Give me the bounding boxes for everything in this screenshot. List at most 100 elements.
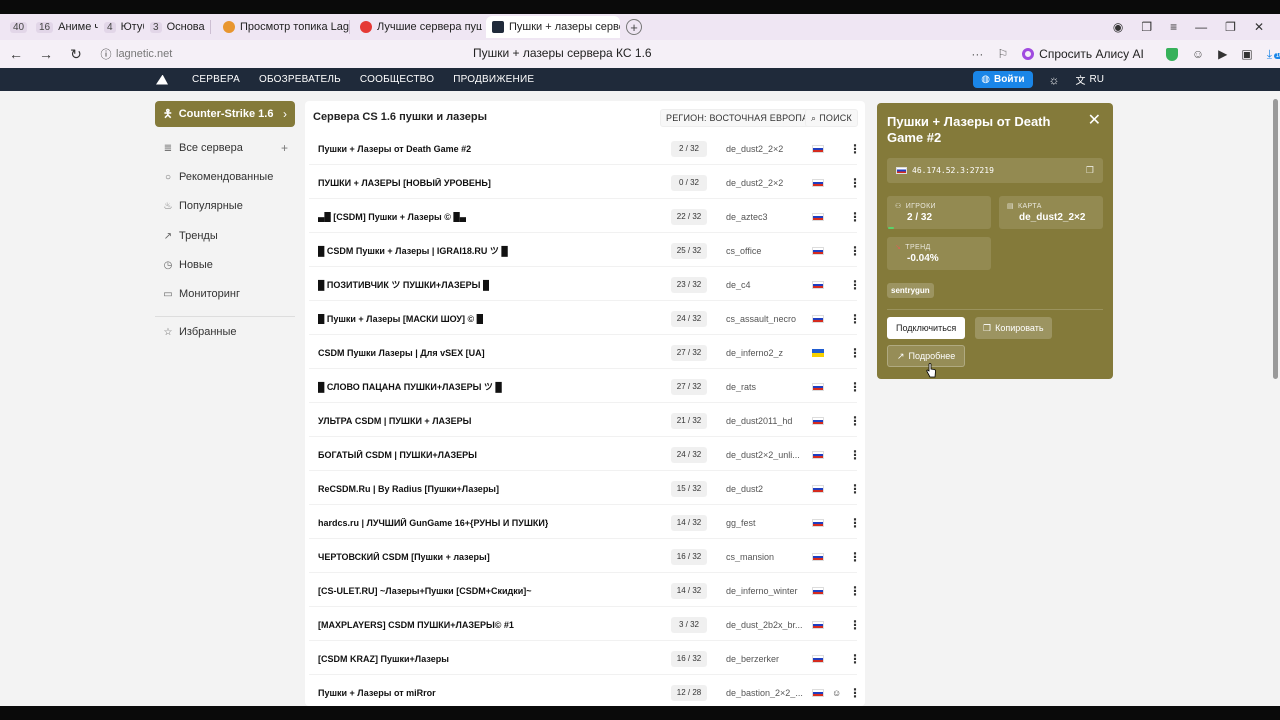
- server-row[interactable]: █ СЛОВО ПАЦАНА ПУШКИ+ЛАЗЕРЫ ツ █ 27 / 32 de…: [309, 371, 861, 403]
- shield-icon[interactable]: [1165, 47, 1178, 61]
- server-name[interactable]: ПУШКИ + ЛАЗЕРЫ [НОВЫЙ УРОВЕНЬ]: [318, 178, 491, 188]
- tab-group-40[interactable]: 40: [4, 16, 30, 38]
- search-button[interactable]: ⌕ ПОИСК: [805, 109, 858, 127]
- server-row[interactable]: БОГАТЫЙ CSDM | ПУШКИ+ЛАЗЕРЫ 24 / 32 de_dus…: [309, 439, 861, 471]
- server-row[interactable]: █ Пушки + Лазеры [МАСКИ ШОУ] © █ 24 / 32 c…: [309, 303, 861, 335]
- back-arrow-icon[interactable]: ←: [8, 46, 24, 62]
- menu-icon[interactable]: ≡: [1170, 20, 1177, 34]
- minimize-icon[interactable]: —: [1195, 20, 1207, 34]
- sidebar-item-trends[interactable]: ↗ Тренды: [163, 230, 288, 242]
- collections-icon[interactable]: ▣: [1241, 47, 1252, 61]
- forward-arrow-icon[interactable]: →: [38, 46, 54, 62]
- more-dots-icon[interactable]: ···: [971, 47, 983, 61]
- server-row[interactable]: ▄█ [CSDM] Пушки + Лазеры © █▄ 22 / 32 de_a…: [309, 201, 861, 233]
- server-name[interactable]: ReCSDM.Ru | By Radius [Пушки+Лазеры]: [318, 484, 499, 494]
- server-row[interactable]: ПУШКИ + ЛАЗЕРЫ [НОВЫЙ УРОВЕНЬ] 0 / 32 de_d…: [309, 167, 861, 199]
- server-row[interactable]: ReCSDM.Ru | By Radius [Пушки+Лазеры] 15 /…: [309, 473, 861, 505]
- copy-button[interactable]: ❐ Копировать: [975, 317, 1052, 339]
- plus-icon[interactable]: +: [281, 141, 288, 155]
- kebab-menu-icon[interactable]: ⋮: [849, 177, 861, 189]
- site-info-icon[interactable]: ⓘ: [98, 46, 114, 62]
- sidebar-item-all-servers[interactable]: ≣ Все сервера +: [163, 141, 288, 155]
- nav-browser[interactable]: ОБОЗРЕВАТЕЛЬ: [259, 74, 341, 85]
- sidebar-item-monitoring[interactable]: ▭ Мониторинг: [163, 288, 288, 300]
- kebab-menu-icon[interactable]: ⋮: [849, 279, 861, 291]
- server-name[interactable]: [MAXPLAYERS] CSDM ПУШКИ+ЛАЗЕРЫ© #1: [318, 620, 514, 630]
- tab-osnova[interactable]: 3 Основа ⌄: [144, 16, 210, 38]
- close-icon[interactable]: ✕: [1088, 113, 1101, 129]
- kebab-menu-icon[interactable]: ⋮: [849, 313, 861, 325]
- kebab-menu-icon[interactable]: ⋮: [849, 517, 861, 529]
- server-row[interactable]: hardcs.ru | ЛУЧШИЙ GunGame 16+{РУНЫ И ПУ…: [309, 507, 861, 539]
- server-name[interactable]: ЧЕРТОВСКИЙ CSDM [Пушки + лазеры]: [318, 552, 490, 562]
- url-field[interactable]: lagnetic.net: [116, 48, 172, 60]
- kebab-menu-icon[interactable]: ⋮: [849, 619, 861, 631]
- sidebar-item-recommended[interactable]: ○ Рекомендованные: [163, 171, 288, 183]
- kebab-menu-icon[interactable]: ⋮: [849, 381, 861, 393]
- extension-icon[interactable]: ☺: [1192, 47, 1204, 61]
- kebab-menu-icon[interactable]: ⋮: [849, 347, 861, 359]
- sidebar-item-popular[interactable]: ♨ Популярные: [163, 200, 288, 212]
- page-scrollbar[interactable]: [1270, 91, 1280, 706]
- tab-lagnet-topic[interactable]: Просмотр топика Lagnet: [217, 16, 349, 38]
- region-filter-button[interactable]: РЕГИОН: ВОСТОЧНАЯ ЕВРОПА: [660, 109, 815, 127]
- kebab-menu-icon[interactable]: ⋮: [849, 653, 861, 665]
- bookmark-icon[interactable]: ⚐: [997, 47, 1008, 61]
- restore-icon[interactable]: ❐: [1225, 20, 1236, 34]
- server-name[interactable]: CSDM Пушки Лазеры | Для vSEX [UA]: [318, 348, 485, 358]
- server-row[interactable]: Пушки + Лазеры от Death Game #2 2 / 32 de_…: [309, 133, 861, 165]
- server-row[interactable]: [CS-ULET.RU] ~Лазеры+Пушки [CSDM+Скидки]…: [309, 575, 861, 607]
- game-selector-button[interactable]: 🯅 Counter-Strike 1.6 ›: [155, 101, 295, 127]
- server-row[interactable]: Пушки + Лазеры от miRror 12 / 28 de_bastio…: [309, 677, 861, 709]
- server-ip-box[interactable]: 46.174.52.3:27219 ❐: [887, 158, 1103, 183]
- server-name[interactable]: [CS-ULET.RU] ~Лазеры+Пушки [CSDM+Скидки]…: [318, 586, 532, 596]
- login-button[interactable]: ◍ Войти: [973, 71, 1033, 88]
- server-name[interactable]: █ CSDM Пушки + Лазеры | IGRAI18.RU ツ █: [318, 244, 508, 257]
- nav-community[interactable]: СООБЩЕСТВО: [360, 74, 434, 85]
- sidebar-item-favorites[interactable]: ☆ Избранные: [163, 326, 288, 338]
- close-window-icon[interactable]: ✕: [1254, 20, 1264, 34]
- nav-servers[interactable]: СЕРВЕРА: [192, 74, 240, 85]
- server-row[interactable]: [CSDM KRAZ] Пушки+Лазеры 16 / 32 de_berzer…: [309, 643, 861, 675]
- server-name[interactable]: █ СЛОВО ПАЦАНА ПУШКИ+ЛАЗЕРЫ ツ █: [318, 380, 502, 393]
- site-logo-icon[interactable]: [156, 74, 168, 85]
- kebab-menu-icon[interactable]: ⋮: [849, 245, 861, 257]
- avatar-icon[interactable]: ◉: [1113, 20, 1123, 34]
- server-name[interactable]: БОГАТЫЙ CSDM | ПУШКИ+ЛАЗЕРЫ: [318, 450, 477, 460]
- server-tag[interactable]: sentrygun: [887, 283, 934, 298]
- connect-button[interactable]: Подключиться: [887, 317, 966, 339]
- tab-youtube[interactable]: 4 Ютуб: [98, 16, 144, 38]
- nav-promotion[interactable]: ПРОДВИЖЕНИЕ: [453, 74, 534, 85]
- kebab-menu-icon[interactable]: ⋮: [849, 483, 861, 495]
- server-name[interactable]: ▄█ [CSDM] Пушки + Лазеры © █▄: [318, 212, 466, 222]
- kebab-menu-icon[interactable]: ⋮: [849, 415, 861, 427]
- ask-alice-button[interactable]: Спросить Алису AI: [1022, 47, 1144, 61]
- server-name[interactable]: Пушки + Лазеры от Death Game #2: [318, 144, 471, 154]
- language-switch[interactable]: 文 RU: [1076, 72, 1104, 87]
- server-row[interactable]: [MAXPLAYERS] CSDM ПУШКИ+ЛАЗЕРЫ© #1 3 / 32…: [309, 609, 861, 641]
- kebab-menu-icon[interactable]: ⋮: [849, 211, 861, 223]
- theme-sun-icon[interactable]: ☼: [1049, 73, 1060, 87]
- new-tab-button[interactable]: +: [626, 19, 642, 35]
- server-name[interactable]: УЛЬТРА CSDM | ПУШКИ + ЛАЗЕРЫ: [318, 416, 471, 426]
- kebab-menu-icon[interactable]: ⋮: [849, 585, 861, 597]
- kebab-menu-icon[interactable]: ⋮: [849, 143, 861, 155]
- server-row[interactable]: ЧЕРТОВСКИЙ CSDM [Пушки + лазеры] 16 / 32 c…: [309, 541, 861, 573]
- play-icon[interactable]: ▶: [1218, 47, 1227, 61]
- tab-active-lasers[interactable]: Пушки + лазеры серве ✕: [486, 16, 620, 38]
- server-row[interactable]: CSDM Пушки Лазеры | Для vSEX [UA] 27 / 32…: [309, 337, 861, 369]
- kebab-menu-icon[interactable]: ⋮: [849, 551, 861, 563]
- reload-icon[interactable]: ↻: [68, 46, 84, 63]
- server-name[interactable]: [CSDM KRAZ] Пушки+Лазеры: [318, 654, 449, 664]
- kebab-menu-icon[interactable]: ⋮: [849, 687, 861, 699]
- server-name[interactable]: Пушки + Лазеры от miRror: [318, 688, 436, 698]
- server-name[interactable]: █ Пушки + Лазеры [МАСКИ ШОУ] © █: [318, 314, 483, 324]
- server-row[interactable]: УЛЬТРА CSDM | ПУШКИ + ЛАЗЕРЫ 21 / 32 de_du…: [309, 405, 861, 437]
- sidebar-item-new[interactable]: ◷ Новые: [163, 259, 288, 271]
- server-name[interactable]: █ ПОЗИТИВЧИК ツ ПУШКИ+ЛАЗЕРЫ █: [318, 278, 489, 291]
- server-row[interactable]: █ ПОЗИТИВЧИК ツ ПУШКИ+ЛАЗЕРЫ █ 23 / 32 de_c…: [309, 269, 861, 301]
- tab-best-servers[interactable]: Лучшие сервера пушек л: [354, 16, 482, 38]
- tab-anime[interactable]: 16 Аниме чек: [30, 16, 98, 38]
- copy-icon[interactable]: ❐: [1086, 165, 1094, 176]
- kebab-menu-icon[interactable]: ⋮: [849, 449, 861, 461]
